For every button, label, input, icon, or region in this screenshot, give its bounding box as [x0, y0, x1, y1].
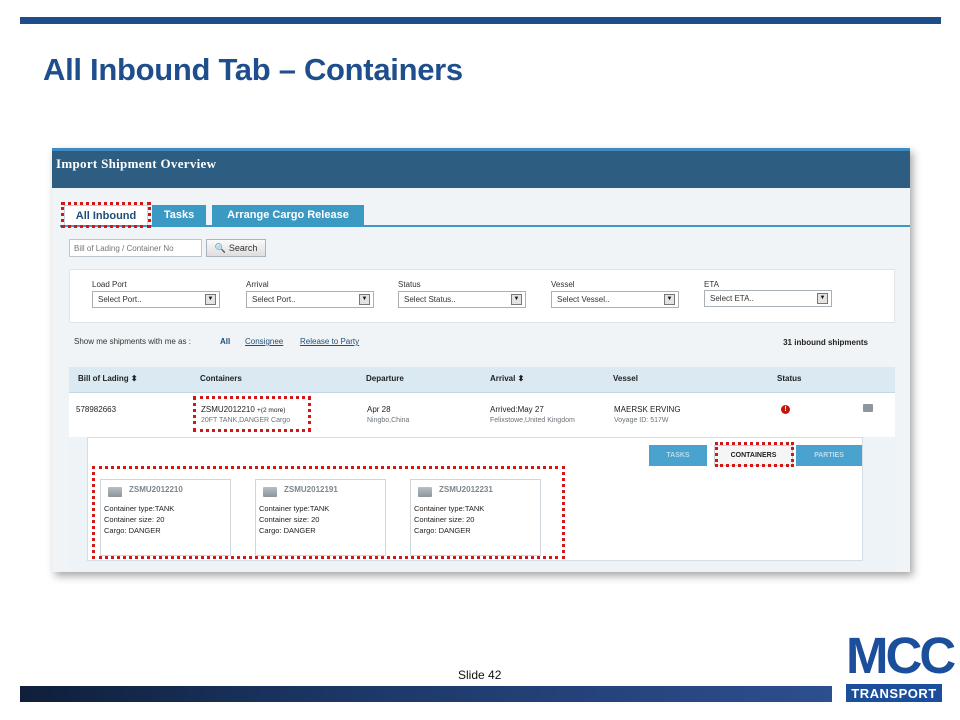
eta-select-value: Select ETA.. — [710, 294, 754, 303]
footer-bar — [20, 686, 832, 702]
column-label: Arrival — [490, 374, 516, 383]
arrival-select[interactable]: Select Port.. ▼ — [246, 291, 374, 308]
status-select[interactable]: Select Status.. ▼ — [398, 291, 526, 308]
sort-icon[interactable]: ⬍ — [518, 374, 525, 383]
filter-label-eta: ETA — [704, 280, 719, 289]
filter-label-status: Status — [398, 280, 421, 289]
column-bill-of-lading[interactable]: Bill of Lading ⬍ — [78, 374, 138, 383]
highlight-all-inbound-tab — [61, 202, 151, 228]
arrival-select-value: Select Port.. — [252, 295, 296, 304]
chevron-down-icon: ▼ — [817, 293, 828, 304]
highlight-container-cards — [92, 466, 565, 559]
sort-icon[interactable]: ⬍ — [131, 374, 138, 383]
detail-tab-tasks[interactable]: TASKS — [649, 445, 707, 466]
show-me-option-all[interactable]: All — [220, 337, 230, 346]
column-containers: Containers — [200, 374, 242, 383]
filter-label-vessel: Vessel — [551, 280, 575, 289]
column-label: Bill of Lading — [78, 374, 129, 383]
departure-place: Ningbo,China — [367, 417, 410, 424]
slide-title: All Inbound Tab – Containers — [43, 52, 463, 87]
tab-underline — [60, 225, 910, 227]
slide-number: Slide 42 — [458, 668, 502, 682]
search-icon: 🔍 — [214, 242, 226, 253]
search-input[interactable] — [69, 239, 202, 257]
chevron-down-icon: ▼ — [664, 294, 675, 305]
tab-tasks[interactable]: Tasks — [152, 205, 206, 225]
alert-status-icon[interactable]: ! — [781, 405, 790, 414]
search-button-label: Search — [228, 243, 258, 253]
table-header — [69, 367, 895, 393]
vessel-name: MAERSK ERVING — [614, 405, 681, 414]
show-me-option-consignee[interactable]: Consignee — [245, 337, 283, 346]
detail-tab-parties[interactable]: PARTIES — [796, 445, 862, 466]
top-accent-bar — [20, 17, 941, 24]
chevron-down-icon: ▼ — [359, 294, 370, 305]
show-me-label: Show me shipments with me as : — [74, 337, 191, 346]
mcc-logo: MCC — [846, 627, 956, 684]
column-status: Status — [777, 374, 802, 383]
vessel-select[interactable]: Select Vessel.. ▼ — [551, 291, 679, 308]
app-screenshot: Import Shipment Overview All Inbound Tas… — [52, 148, 910, 572]
voyage-id: Voyage ID: 517W — [614, 417, 669, 424]
bill-of-lading-value[interactable]: 578982663 — [76, 405, 116, 414]
chevron-down-icon: ▼ — [205, 294, 216, 305]
filter-label-load-port: Load Port — [92, 280, 127, 289]
column-arrival[interactable]: Arrival ⬍ — [490, 374, 524, 383]
show-me-option-release-to-party[interactable]: Release to Party — [300, 337, 359, 346]
app-title: Import Shipment Overview — [56, 156, 217, 171]
logo-mcc-text: MCC — [846, 627, 956, 684]
tab-arrange-cargo-release[interactable]: Arrange Cargo Release — [212, 205, 364, 225]
load-port-select-value: Select Port.. — [98, 295, 142, 304]
status-select-value: Select Status.. — [404, 295, 456, 304]
eta-select[interactable]: Select ETA.. ▼ — [704, 290, 832, 307]
filter-label-arrival: Arrival — [246, 280, 269, 289]
column-vessel: Vessel — [613, 374, 638, 383]
logo-transport-text: TRANSPORT — [846, 684, 942, 702]
highlight-container-cell — [193, 396, 311, 432]
arrival-place: Felixstowe,United Kingdom — [490, 417, 575, 424]
search-button[interactable]: 🔍 Search — [206, 239, 266, 257]
column-departure: Departure — [366, 374, 404, 383]
departure-date: Apr 28 — [367, 405, 391, 414]
mail-icon[interactable] — [863, 404, 873, 412]
chevron-down-icon: ▼ — [511, 294, 522, 305]
arrival-status: Arrived:May 27 — [490, 405, 544, 414]
app-header: Import Shipment Overview — [52, 148, 910, 188]
vessel-select-value: Select Vessel.. — [557, 295, 610, 304]
highlight-containers-tab — [715, 442, 794, 467]
load-port-select[interactable]: Select Port.. ▼ — [92, 291, 220, 308]
shipment-count: 31 inbound shipments — [783, 338, 868, 347]
